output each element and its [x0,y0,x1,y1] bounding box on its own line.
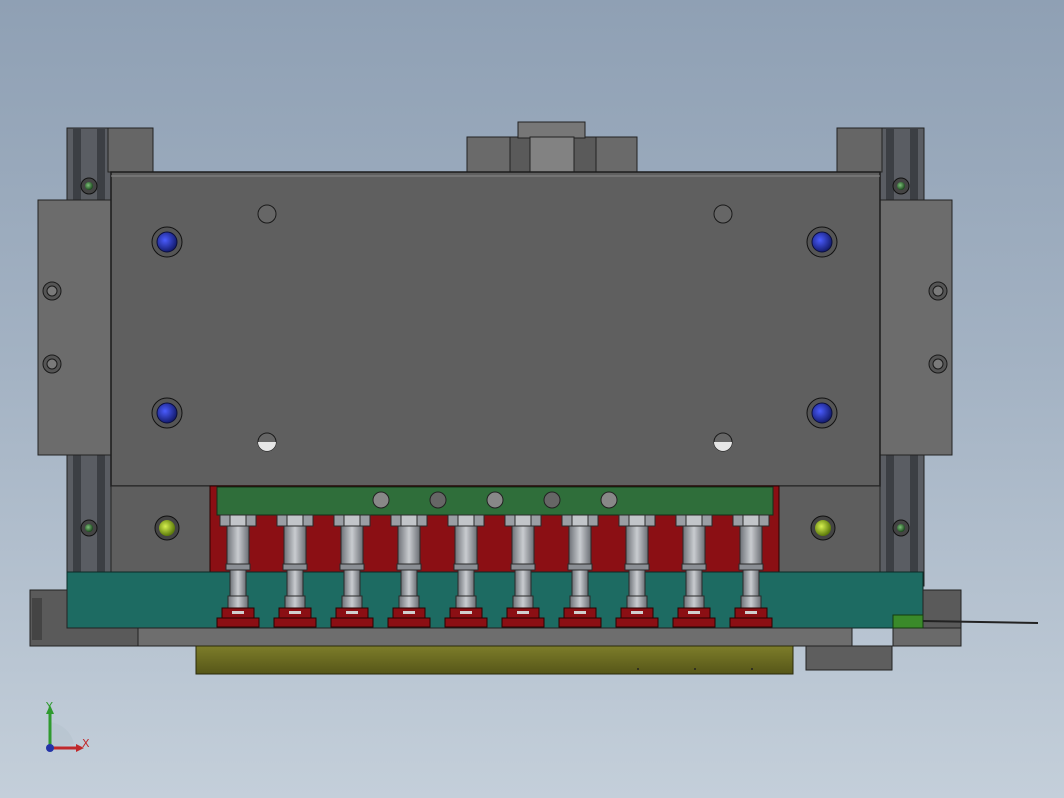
coordinate-triad: Y X [45,700,90,752]
x-axis-label: X [82,737,90,750]
bottom-plate [99,627,853,675]
y-axis-label: Y [45,700,53,713]
top-boss [466,121,638,174]
cad-assembly-view: Y X [29,121,1039,752]
main-plate [110,171,881,487]
z-axis-dot [46,744,54,752]
right-carriage-block [879,199,953,456]
green-mounting-bar [216,486,774,516]
teal-plate [66,571,924,629]
left-carriage-block [37,199,112,456]
